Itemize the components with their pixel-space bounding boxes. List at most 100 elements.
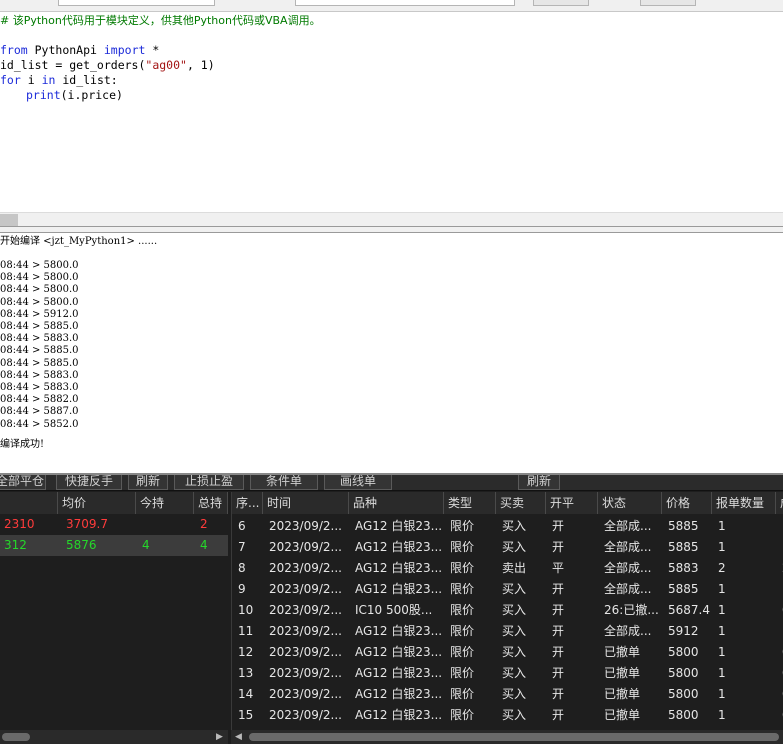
orders-cell: 9: [238, 582, 246, 596]
orders-cell: 买入: [502, 603, 527, 617]
orders-cell: 5800: [668, 708, 699, 722]
top-input-1[interactable]: [58, 0, 215, 6]
orders-cell: 开: [552, 540, 565, 554]
orders-cell: 1: [718, 645, 726, 659]
positions-cell-contract: 2310: [4, 517, 35, 531]
orders-cell: 2023/09/2...: [269, 708, 342, 722]
code-text: id_list = get_orders(: [0, 58, 146, 72]
orders-cell: 开: [552, 603, 565, 617]
orders-header-cell[interactable]: 序...: [232, 492, 263, 514]
editor-horizontal-scrollbar[interactable]: [0, 212, 783, 226]
positions-header-avg[interactable]: 均价: [58, 492, 136, 514]
orders-cell: 全部成...: [604, 519, 652, 533]
orders-cell: 0: [776, 684, 783, 705]
orders-row[interactable]: 13 2023/09/2... AG12 白银23... 限价 买入 开 已撤单 5800 1 0: [232, 663, 783, 684]
orders-cell: 5883: [668, 561, 699, 575]
positions-cell-today: 4: [142, 538, 150, 552]
code-function: print: [26, 88, 61, 102]
orders-header-cell[interactable]: 状态: [598, 492, 662, 514]
pane-splitter[interactable]: [0, 226, 783, 233]
orders-header-cell[interactable]: 品种: [349, 492, 444, 514]
orders-cell: 8: [238, 561, 246, 575]
orders-row[interactable]: 12 2023/09/2... AG12 白银23... 限价 买入 开 已撤单 5800 1 0: [232, 642, 783, 663]
orders-row[interactable]: 14 2023/09/2... AG12 白银23... 限价 买入 开 已撤单 5800 1 0: [232, 684, 783, 705]
positions-cell-avg: 5876: [66, 538, 97, 552]
positions-horizontal-scrollbar[interactable]: ▶: [0, 730, 228, 744]
orders-header-cell[interactable]: 价格: [662, 492, 712, 514]
code-line-3: id_list = get_orders("ag00", 1): [0, 58, 215, 73]
refresh-button[interactable]: 刷新: [128, 475, 168, 490]
code-text: id_list:: [55, 73, 118, 87]
positions-row[interactable]: 312 5876 4 4: [0, 535, 228, 556]
orders-header-cell[interactable]: 开平: [546, 492, 598, 514]
orders-cell: 1: [718, 540, 726, 554]
code-text: i: [20, 73, 42, 87]
orders-cell: 5912: [668, 624, 699, 638]
scroll-left-arrow-icon[interactable]: ◀: [235, 731, 242, 743]
output-line: 08:44 > 5800.0: [0, 272, 79, 284]
output-line: 08:44 > 5887.0: [0, 406, 79, 418]
conditional-order-button[interactable]: 条件单: [250, 475, 318, 490]
orders-cell: 买入: [502, 687, 527, 701]
code-editor[interactable]: # 该Python代码用于模块定义，供其他Python代码或VBA调用。 fro…: [0, 12, 783, 212]
orders-cell: 1: [718, 582, 726, 596]
orders-row[interactable]: 6 2023/09/2... AG12 白银23... 限价 买入 开 全部成... 5885…: [232, 516, 783, 537]
orders-cell: 2023/09/2...: [269, 603, 342, 617]
code-line-4: for i in id_list:: [0, 73, 118, 88]
orders-cell: 26:已撤...: [604, 603, 659, 617]
close-all-button[interactable]: 全部平仓: [0, 475, 46, 490]
quick-reverse-button[interactable]: 快捷反手: [56, 475, 122, 490]
orders-cell: 限价: [450, 582, 475, 596]
code-text: PythonApi: [27, 43, 104, 57]
top-input-2[interactable]: [295, 0, 515, 6]
orders-cell: 2023/09/2...: [269, 645, 342, 659]
orders-row[interactable]: 9 2023/09/2... AG12 白银23... 限价 买入 开 全部成... 5885…: [232, 579, 783, 600]
output-line: 08:44 > 5882.0: [0, 394, 79, 406]
orders-horizontal-scrollbar[interactable]: ◀: [231, 730, 783, 744]
positions-header-today[interactable]: 今持: [136, 492, 194, 514]
positions-scroll-thumb[interactable]: [2, 733, 30, 741]
output-pane: 开始编译 <jzt_MyPython1> ...... 08:44 > 5800…: [0, 233, 783, 473]
orders-cell: 1: [718, 603, 726, 617]
orders-cell: 1: [718, 624, 726, 638]
orders-cell: AG12 白银23...: [355, 645, 443, 659]
editor-scroll-thumb[interactable]: [0, 214, 18, 226]
code-text: *: [145, 43, 160, 57]
positions-cell-total: 2: [200, 517, 208, 531]
line-order-button[interactable]: 画线单: [324, 475, 392, 490]
orders-cell: 1: [776, 621, 783, 642]
orders-cell: 0: [776, 642, 783, 663]
code-text: , 1): [186, 58, 215, 72]
orders-cell: 全部成...: [604, 540, 652, 554]
orders-cell: 14: [238, 687, 254, 701]
orders-cell: 11: [238, 624, 254, 638]
orders-cell: 全部成...: [604, 582, 652, 596]
orders-header-cell[interactable]: 时间: [263, 492, 349, 514]
orders-scroll-thumb[interactable]: [249, 733, 779, 741]
orders-header-cell[interactable]: 类型: [444, 492, 496, 514]
code-keyword: for: [0, 73, 21, 87]
orders-row[interactable]: 7 2023/09/2... AG12 白银23... 限价 买入 开 全部成... 5885…: [232, 537, 783, 558]
orders-header: 序...时间品种类型买卖开平状态价格报单数量成: [232, 492, 783, 514]
code-text: (i.price): [60, 88, 123, 102]
scroll-right-arrow-icon[interactable]: ▶: [216, 731, 223, 743]
output-line: 08:44 > 5883.0: [0, 369, 79, 381]
orders-header-cell[interactable]: 买卖: [496, 492, 546, 514]
orders-header-cell[interactable]: 报单数量: [712, 492, 776, 514]
orders-cell: 平: [552, 561, 565, 575]
stop-loss-profit-button[interactable]: 止损止盈: [174, 475, 244, 490]
orders-header-cell[interactable]: 成: [776, 492, 783, 514]
orders-row[interactable]: 8 2023/09/2... AG12 白银23... 限价 卖出 平 全部成... 5883…: [232, 558, 783, 579]
top-button-2[interactable]: [640, 0, 696, 6]
positions-header-total[interactable]: 总持: [194, 492, 228, 514]
top-button-1[interactable]: [533, 0, 589, 6]
orders-cell: 2: [776, 558, 783, 579]
orders-row[interactable]: 10 2023/09/2... IC10 500股... 限价 买入开 26:已撤... 5…: [232, 600, 783, 621]
positions-row[interactable]: 2310 3709.7 2: [0, 514, 228, 535]
orders-cell: 限价: [450, 666, 475, 680]
orders-cell: 限价: [450, 624, 475, 638]
orders-refresh-button[interactable]: 刷新: [518, 475, 560, 490]
orders-row[interactable]: 11 2023/09/2... AG12 白银23... 限价 买入开全部成... 591…: [232, 621, 783, 642]
orders-cell: 限价: [450, 687, 475, 701]
orders-row[interactable]: 15 2023/09/2... AG12 白银23... 限价 买入 开 已撤单 5800 1 0: [232, 705, 783, 726]
